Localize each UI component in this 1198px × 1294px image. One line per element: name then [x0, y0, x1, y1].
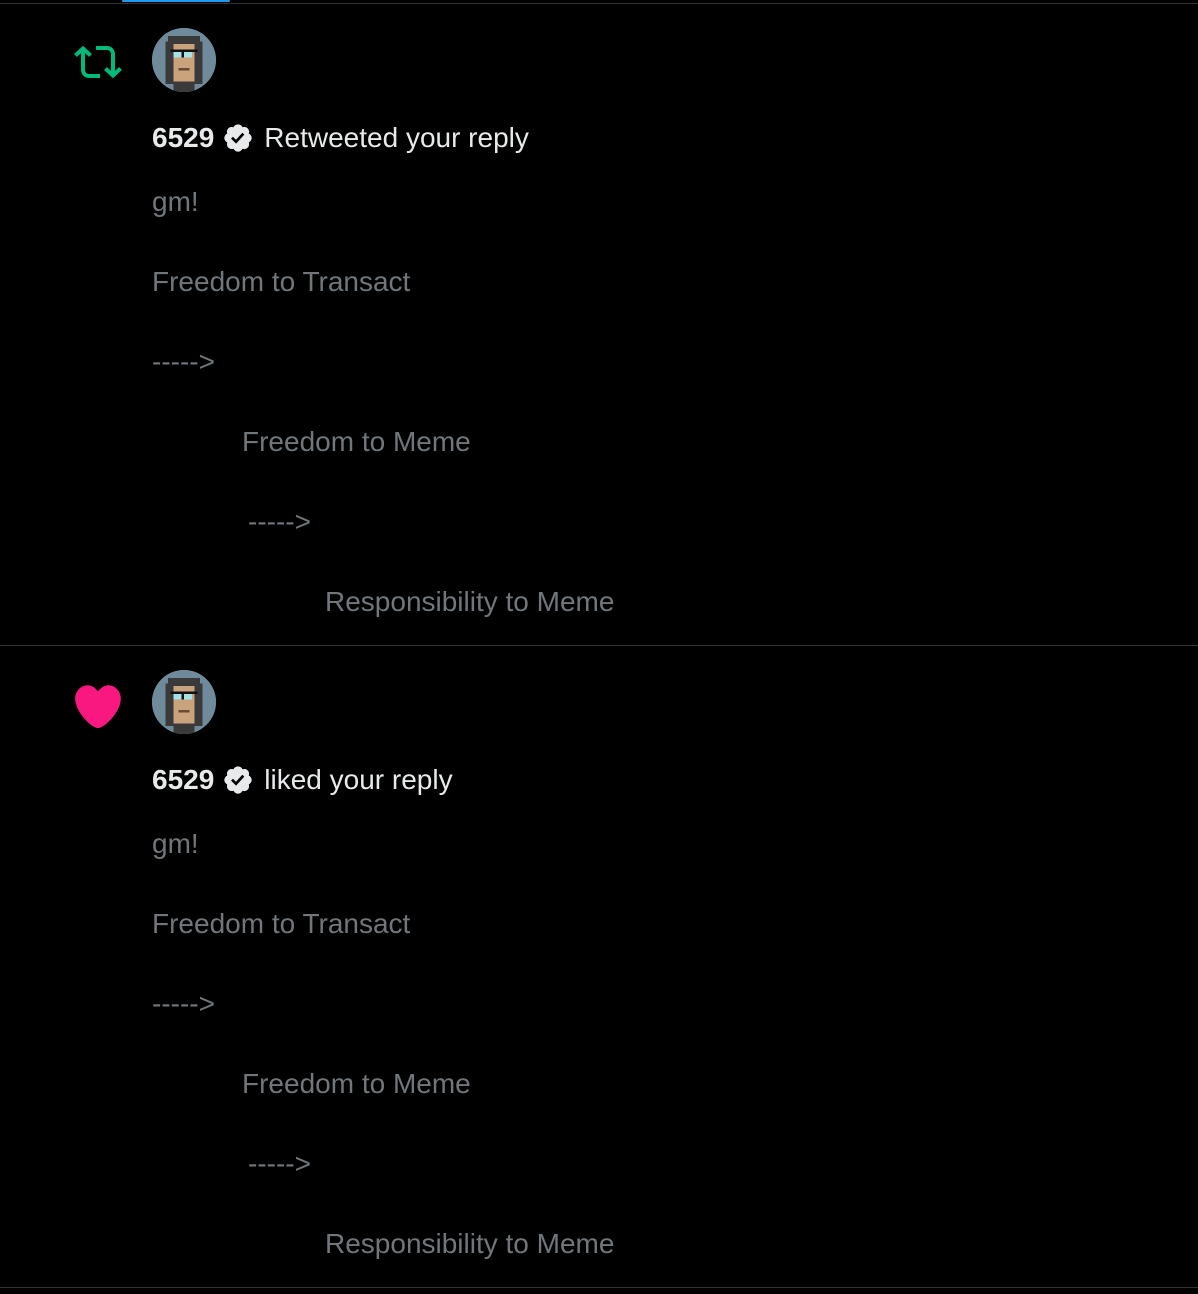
verified-badge-icon: [222, 122, 254, 154]
notification-retweet[interactable]: 6529 Retweeted your reply gm! Freedom to…: [0, 4, 1198, 646]
avatar[interactable]: [152, 28, 216, 92]
verified-badge-icon: [222, 764, 254, 796]
notification-like[interactable]: 6529 liked your reply gm! Freedom to Tra…: [0, 646, 1198, 1288]
tweet-text-line: gm!: [152, 186, 199, 217]
tweet-text-line: Responsibility to Meme: [325, 586, 615, 617]
action-text: liked your reply: [264, 764, 453, 795]
tweet-text-line: Freedom to Transact: [152, 908, 411, 939]
avatar[interactable]: [152, 670, 216, 734]
retweet-icon: [68, 34, 128, 90]
username[interactable]: 6529: [152, 764, 214, 796]
heart-icon: [68, 676, 128, 732]
tweet-text-line: Freedom to Transact: [152, 266, 411, 297]
tab-indicator: [122, 0, 230, 2]
tweet-text-line: Responsibility to Meme: [325, 1228, 615, 1259]
username[interactable]: 6529: [152, 122, 214, 154]
tweet-text-line: Freedom to Meme: [242, 426, 471, 457]
tweet-text-line: Freedom to Meme: [242, 1068, 471, 1099]
notification-headline: 6529 Retweeted your reply: [152, 118, 529, 158]
tweet-text-line: ----->: [152, 988, 215, 1019]
tweet-text-line: gm!: [152, 828, 199, 859]
tweet-text-line: ----->: [152, 346, 215, 377]
notification-headline: 6529 liked your reply: [152, 760, 453, 800]
tweet-text-line: ----->: [248, 1148, 311, 1179]
action-text: Retweeted your reply: [264, 122, 529, 153]
tweet-text-line: ----->: [248, 506, 311, 537]
